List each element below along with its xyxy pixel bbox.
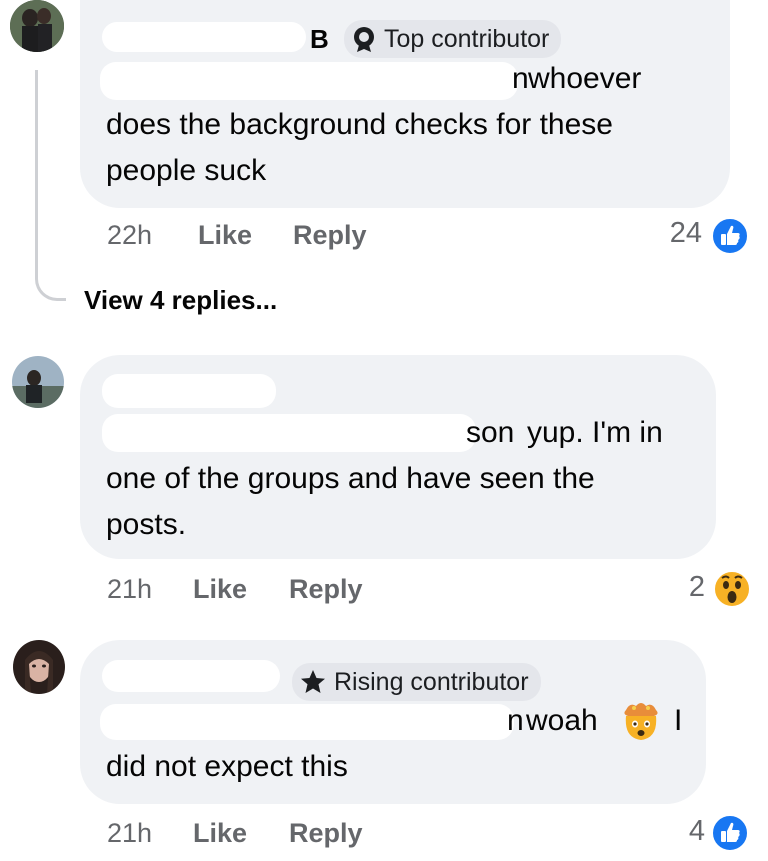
redacted-author bbox=[102, 374, 276, 408]
avatar[interactable] bbox=[10, 0, 64, 52]
like-icon[interactable] bbox=[710, 216, 750, 261]
reaction-count[interactable]: 2 bbox=[660, 571, 705, 604]
reply-button[interactable]: Reply bbox=[289, 818, 363, 849]
thread-line bbox=[35, 70, 66, 301]
star-icon bbox=[301, 670, 325, 693]
comment-text-line: people suck bbox=[106, 154, 267, 187]
badge-label: Rising contributor bbox=[334, 667, 529, 696]
comment-text-line: whoever bbox=[528, 62, 642, 95]
rising-contributor-badge[interactable]: Rising contributor bbox=[292, 663, 541, 701]
comment-text-line: yup. I'm in bbox=[527, 416, 663, 449]
view-replies-link[interactable]: View 4 replies... bbox=[84, 285, 277, 316]
comment-time[interactable]: 21h bbox=[107, 818, 152, 849]
wow-icon[interactable] bbox=[712, 569, 752, 614]
badge-label: Top contributor bbox=[384, 24, 550, 53]
comment-text-line: woah bbox=[526, 704, 598, 737]
mention-tail[interactable]: n bbox=[507, 698, 524, 744]
comment-text-line: posts. bbox=[106, 508, 187, 541]
comment-text-line: one of the groups and have seen the bbox=[106, 462, 595, 495]
comment-time[interactable]: 22h bbox=[107, 220, 152, 251]
mind-blown-emoji-icon bbox=[620, 700, 662, 747]
comment-text-line: did not expect this bbox=[106, 750, 348, 783]
mention-tail[interactable]: n bbox=[512, 56, 529, 102]
redacted-author bbox=[102, 660, 280, 692]
like-button[interactable]: Like bbox=[198, 220, 252, 251]
like-icon[interactable] bbox=[710, 813, 750, 858]
avatar[interactable] bbox=[12, 356, 64, 408]
redacted-mention bbox=[100, 62, 518, 100]
like-button[interactable]: Like bbox=[193, 574, 247, 605]
redacted-author bbox=[102, 22, 306, 52]
top-contributor-badge[interactable]: Top contributor bbox=[344, 20, 562, 58]
redacted-mention bbox=[102, 414, 476, 452]
comment-text-line: I bbox=[674, 704, 683, 737]
author-visible-name[interactable]: B bbox=[310, 24, 329, 54]
comment-time[interactable]: 21h bbox=[107, 574, 152, 605]
avatar[interactable] bbox=[13, 640, 65, 694]
reaction-count[interactable]: 24 bbox=[640, 217, 702, 250]
reply-button[interactable]: Reply bbox=[289, 574, 363, 605]
comment-text-line: does the background checks for these bbox=[106, 108, 613, 141]
reaction-count[interactable]: 4 bbox=[660, 815, 705, 848]
top-contributor-icon bbox=[354, 27, 374, 52]
like-button[interactable]: Like bbox=[193, 818, 247, 849]
mention-tail[interactable]: son bbox=[466, 410, 514, 456]
redacted-mention bbox=[100, 704, 514, 740]
reply-button[interactable]: Reply bbox=[293, 220, 367, 251]
